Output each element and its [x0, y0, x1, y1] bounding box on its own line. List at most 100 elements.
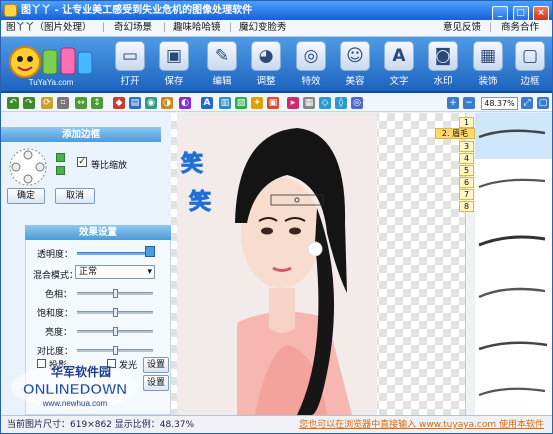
text-tool-icon[interactable]: A	[201, 97, 213, 109]
lock-ratio-checkbox[interactable]: ✓	[77, 157, 87, 167]
eyebrow-samples[interactable]	[475, 113, 552, 415]
opacity-handle[interactable]	[145, 246, 155, 257]
decoration-button[interactable]: ▦ 装饰	[467, 41, 509, 91]
hue-slider[interactable]	[77, 289, 153, 298]
fit-window-icon[interactable]: ⤢	[521, 97, 533, 109]
main-toolbar: TuYaYa.com ▭ 打开 ▣ 保存 ✎ 编辑 ◕ 调整 ◎ 特效 ☺ 美容 A 文字 ◙…	[1, 37, 552, 93]
lens-icon[interactable]: ◎	[351, 97, 363, 109]
contrast-handle[interactable]	[113, 346, 118, 355]
arrow-icon[interactable]: ▸	[287, 97, 299, 109]
border-panel-title: 添加边框	[1, 127, 161, 142]
effects-icon: ◎	[296, 41, 326, 71]
menu-item-face-change[interactable]: 魔幻变脸秀	[239, 20, 287, 36]
brightness-slider[interactable]	[77, 327, 153, 336]
mosaic-icon[interactable]: ▦	[303, 97, 315, 109]
menu-item-image-processing[interactable]: 图丫丫（图片处理）	[6, 20, 92, 36]
menu-item-business[interactable]: 商务合作	[501, 20, 539, 36]
menu-item-funhouse-mirror[interactable]: 趣味哈哈镜	[173, 20, 221, 36]
menu-bar: 图丫丫（图片处理） | 奇幻场景 | 趣味哈哈镜 | 魔幻变脸秀 意见反馈 | …	[1, 20, 552, 37]
material-tab-2-eyebrow[interactable]: 2. 眉毛	[435, 128, 475, 139]
crop-icon[interactable]: ⌗	[57, 97, 69, 109]
watermark-line-2: ONLINEDOWN	[23, 381, 127, 398]
app-icon	[4, 4, 17, 17]
water-drop-icon[interactable]: ◊	[335, 97, 347, 109]
face-icon: ☺	[340, 41, 370, 71]
material-tab-5[interactable]: 5	[459, 165, 474, 176]
status-web-link[interactable]: 您也可以在浏览器中直接输入 www.tuyaya.com 使用本软件	[299, 416, 544, 433]
opacity-slider[interactable]	[77, 252, 145, 255]
palette-icon: ◕	[251, 41, 281, 71]
zoom-level-field[interactable]: 48.37%	[481, 97, 518, 110]
ok-button[interactable]: 确定	[7, 188, 45, 204]
cancel-button[interactable]: 取消	[55, 188, 95, 204]
flip-horizontal-icon[interactable]: ↔	[75, 97, 87, 109]
site-watermark: 华军软件园 ONLINEDOWN www.newhua.com	[11, 364, 139, 409]
layer-icon[interactable]: ▧	[235, 97, 247, 109]
hue-handle[interactable]	[113, 289, 118, 298]
app-window: 图丫丫 - 让专业美工感受到失业危机的图像处理软件 _ □ × 图丫丫（图片处理…	[0, 0, 553, 434]
open-button[interactable]: ▭ 打开	[109, 41, 151, 91]
rotate-icon[interactable]: ⟳	[41, 97, 53, 109]
text-button[interactable]: A 文字	[378, 41, 420, 91]
save-button[interactable]: ▣ 保存	[153, 41, 195, 91]
sticker-icon[interactable]: ▣	[267, 97, 279, 109]
shape-icon[interactable]: ▥	[219, 97, 231, 109]
title-bar: 图丫丫 - 让专业美工感受到失业危机的图像处理软件 _ □ ×	[1, 1, 552, 21]
blend-mode-select[interactable]: 正常 ▾	[75, 265, 155, 279]
contrast-label: 对比度：	[37, 347, 74, 357]
material-tab-6[interactable]: 6	[459, 177, 474, 188]
minimize-button[interactable]: _	[492, 6, 509, 21]
border-size-control[interactable]	[7, 147, 53, 187]
color-icon[interactable]: ◆	[113, 97, 125, 109]
material-tab-1[interactable]: 1	[459, 117, 474, 128]
lock-ratio-label: 等比缩放	[91, 161, 128, 171]
gradient-icon[interactable]: ◐	[179, 97, 191, 109]
adjust-button[interactable]: ◕ 调整	[245, 41, 287, 91]
menu-item-fantasy-scene[interactable]: 奇幻场景	[114, 20, 152, 36]
hue-label: 色相：	[45, 290, 73, 300]
brightness-handle[interactable]	[113, 327, 118, 336]
flip-vertical-icon[interactable]: ↕	[91, 97, 103, 109]
arrow-down-icon[interactable]	[56, 166, 65, 175]
floppy-icon: ▣	[159, 41, 189, 71]
watermark-line-3: www.newhua.com	[42, 399, 108, 408]
frame-icon: ▢	[515, 41, 545, 71]
saturation-slider[interactable]	[77, 308, 153, 317]
saturation-handle[interactable]	[113, 308, 118, 317]
window-title: 图丫丫 - 让专业美工感受到失业危机的图像处理软件	[21, 5, 253, 16]
watermark-line-1: 华军软件园	[51, 364, 111, 379]
material-tab-7[interactable]: 7	[459, 189, 474, 200]
redo-icon[interactable]: ↷	[23, 97, 35, 109]
beauty-button[interactable]: ☺ 美容	[334, 41, 376, 91]
glow-settings-button[interactable]: 设置	[143, 375, 169, 391]
effects-button[interactable]: ◎ 特效	[290, 41, 332, 91]
contrast-slider[interactable]	[77, 346, 153, 355]
undo-icon[interactable]: ↶	[7, 97, 19, 109]
decoration-icon: ▦	[473, 41, 503, 71]
decor-text-2: 笑	[189, 189, 211, 215]
material-tab-3[interactable]: 3	[459, 141, 474, 152]
filter-icon[interactable]: ◉	[145, 97, 157, 109]
material-tab-4[interactable]: 4	[459, 153, 474, 164]
material-tab-8[interactable]: 8	[459, 201, 474, 212]
frame-button[interactable]: ▢ 边框	[509, 41, 551, 91]
shadow-settings-button[interactable]: 设置	[143, 357, 169, 373]
zoom-in-icon[interactable]: +	[447, 97, 459, 109]
image-icon[interactable]: ▤	[129, 97, 141, 109]
actual-size-icon[interactable]: ▢	[537, 97, 549, 109]
watermark-button[interactable]: ◙ 水印	[422, 41, 464, 91]
menu-item-feedback[interactable]: 意见反馈	[443, 20, 481, 36]
edit-button[interactable]: ✎ 编辑	[201, 41, 243, 91]
maximize-button[interactable]: □	[512, 6, 529, 21]
image-canvas[interactable]: 笑 笑	[171, 113, 475, 415]
zoom-out-icon[interactable]: −	[463, 97, 475, 109]
brightness-label: 亮度：	[45, 328, 73, 338]
saturation-label: 饱和度：	[37, 309, 74, 319]
text-icon: A	[384, 41, 414, 71]
portrait-photo: 笑 笑	[177, 113, 377, 415]
close-button[interactable]: ×	[533, 6, 549, 21]
tone-icon[interactable]: ◑	[161, 97, 173, 109]
brush-icon[interactable]: ✦	[251, 97, 263, 109]
drop-icon[interactable]: ◇	[319, 97, 331, 109]
arrow-up-icon[interactable]	[56, 153, 65, 162]
